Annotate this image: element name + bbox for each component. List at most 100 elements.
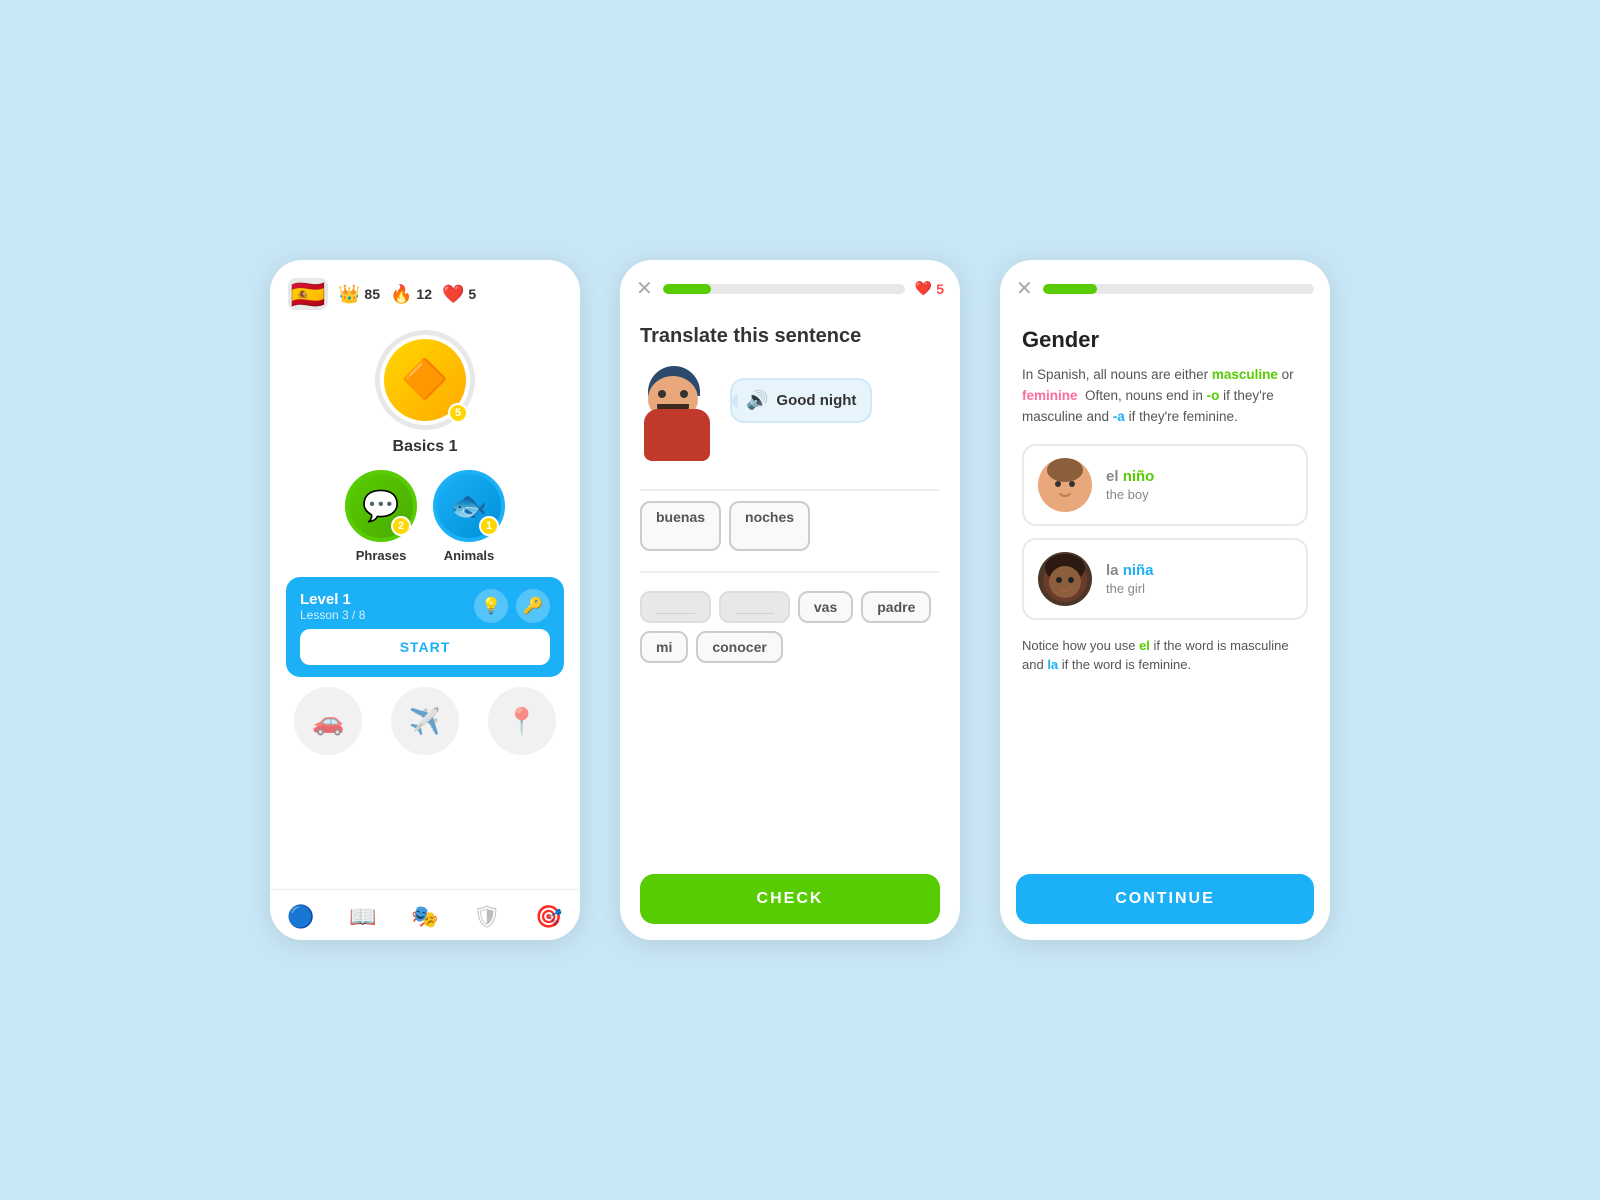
locked-circle-1: 🚗 (294, 687, 362, 755)
start-button[interactable]: START (300, 629, 550, 665)
fire-count: 12 (416, 286, 432, 302)
girl-face-svg (1038, 552, 1092, 606)
screen1-body: 🔶 5 Basics 1 💬 2 Phrases 🐟 1 (270, 320, 580, 889)
locked-circle-3: 📍 (488, 687, 556, 755)
basics-label: Basics 1 (393, 438, 458, 456)
level-subtitle: Lesson 3 / 8 (300, 608, 365, 622)
screen3-content: Gender In Spanish, all nouns are either … (1000, 309, 1330, 862)
girl-avatar (1038, 552, 1092, 606)
placed-word-2[interactable]: noches (729, 501, 810, 551)
boy-word: el niño (1106, 468, 1154, 485)
divider-2 (640, 571, 940, 573)
level-box-header: Level 1 Lesson 3 / 8 💡 🔑 (300, 589, 550, 623)
ending-a-text: -a (1113, 409, 1125, 424)
placed-word-1[interactable]: buenas (640, 501, 721, 551)
screen1-home: 🇪🇸 👑 85 🔥 12 ❤️ 5 🔶 5 Basics 1 (270, 260, 580, 940)
word-bank: _____ _____ vas padre mi conocer (640, 591, 940, 663)
screen3-close-button[interactable]: ✕ (1016, 276, 1033, 301)
char-body (644, 409, 710, 461)
boy-example-text: el niño the boy (1106, 468, 1154, 502)
fire-icon: 🔥 (390, 284, 412, 305)
boy-avatar (1038, 458, 1092, 512)
screen2-close-button[interactable]: ✕ (636, 276, 653, 301)
heart-count: 5 (468, 286, 476, 302)
animals-label: Animals (444, 548, 495, 563)
boy-word-nino: niño (1123, 468, 1155, 485)
screen2-topbar: ✕ ❤️ 5 (620, 260, 960, 309)
level-box: Level 1 Lesson 3 / 8 💡 🔑 START (286, 577, 564, 677)
animals-circle: 🐟 1 (433, 470, 505, 542)
bank-word-1[interactable]: _____ (640, 591, 711, 623)
footer-profile-icon[interactable]: 🎯 (527, 900, 570, 934)
speaker-icon[interactable]: 🔊 (746, 390, 768, 411)
character-bubble-area: 🔊 Good night (640, 366, 940, 461)
answer-area[interactable]: buenas noches (640, 501, 940, 551)
phrases-lesson[interactable]: 💬 2 Phrases (345, 470, 417, 563)
gender-note: Notice how you use el if the word is mas… (1022, 636, 1308, 675)
char-eye-right (680, 390, 688, 398)
gender-description: In Spanish, all nouns are either masculi… (1022, 365, 1308, 428)
character-figure (640, 366, 720, 461)
bank-word-padre[interactable]: padre (861, 591, 931, 623)
screen1-footer: 🔵 📖 🎭 🛡 🎯 (270, 889, 580, 940)
feminine-text: feminine (1022, 388, 1078, 403)
screens-container: 🇪🇸 👑 85 🔥 12 ❤️ 5 🔶 5 Basics 1 (270, 260, 1330, 940)
locked-circle-2: ✈️ (391, 687, 459, 755)
gender-title: Gender (1022, 327, 1308, 353)
check-button[interactable]: CHECK (640, 874, 940, 924)
example-card-boy: el niño the boy (1022, 444, 1308, 526)
crown-icon: 👑 (338, 284, 360, 305)
animals-badge: 1 (479, 516, 499, 536)
example-card-girl: la niña the girl (1022, 538, 1308, 620)
note-el: el (1139, 638, 1150, 653)
level-title: Level 1 (300, 591, 365, 608)
lightbulb-button[interactable]: 💡 (474, 589, 508, 623)
speech-bubble: 🔊 Good night (730, 378, 872, 423)
heart-icon: ❤️ (442, 284, 464, 305)
bank-word-mi[interactable]: mi (640, 631, 688, 663)
level-info: Level 1 Lesson 3 / 8 (300, 591, 365, 622)
footer-book-icon[interactable]: 📖 (341, 900, 384, 934)
crown-stat: 👑 85 (338, 284, 380, 305)
girl-word-nina: niña (1123, 562, 1154, 579)
translate-title: Translate this sentence (640, 325, 940, 348)
screen1-header: 🇪🇸 👑 85 🔥 12 ❤️ 5 (270, 260, 580, 320)
masculine-text: masculine (1212, 367, 1278, 382)
phrases-circle: 💬 2 (345, 470, 417, 542)
fire-stat: 🔥 12 (390, 284, 432, 305)
screen3-progress-bar (1043, 284, 1314, 294)
girl-word: la niña (1106, 562, 1154, 579)
basics-circle[interactable]: 🔶 5 (375, 330, 475, 430)
screen2-content: Translate this sentence (620, 309, 960, 940)
heart-icon-s2: ❤️ (915, 280, 932, 297)
bank-word-conocer[interactable]: conocer (696, 631, 782, 663)
bank-word-2[interactable]: _____ (719, 591, 790, 623)
flag-icon[interactable]: 🇪🇸 (288, 278, 328, 310)
footer-home-icon[interactable]: 🔵 (279, 900, 322, 934)
screen2-translate: ✕ ❤️ 5 Translate this sentence (620, 260, 960, 940)
note-la: la (1047, 657, 1058, 672)
basics-badge: 5 (448, 403, 468, 423)
footer-league-icon[interactable]: 🎭 (403, 900, 446, 934)
screen2-progress-fill (663, 284, 711, 294)
heart-num-s2: 5 (936, 281, 944, 297)
screen3-progress-fill (1043, 284, 1097, 294)
phrases-badge: 2 (391, 516, 411, 536)
bank-word-vas[interactable]: vas (798, 591, 853, 623)
phrases-label: Phrases (356, 548, 407, 563)
divider-1 (640, 489, 940, 491)
footer-shield-icon[interactable]: 🛡 (465, 900, 509, 934)
crown-count: 85 (364, 286, 380, 302)
continue-button[interactable]: CONTINUE (1016, 874, 1314, 924)
girl-example-text: la niña the girl (1106, 562, 1154, 596)
locked-row: 🚗 ✈️ 📍 (286, 687, 564, 755)
screen2-progress-bar (663, 284, 905, 294)
heart-stat: ❤️ 5 (442, 284, 476, 305)
lesson-row: 💬 2 Phrases 🐟 1 Animals (345, 470, 505, 563)
key-button[interactable]: 🔑 (516, 589, 550, 623)
char-eye-left (658, 390, 666, 398)
screen3-gender: ✕ Gender In Spanish, all nouns are eithe… (1000, 260, 1330, 940)
screen3-topbar: ✕ (1000, 260, 1330, 309)
animals-lesson[interactable]: 🐟 1 Animals (433, 470, 505, 563)
boy-translation: the boy (1106, 487, 1154, 502)
